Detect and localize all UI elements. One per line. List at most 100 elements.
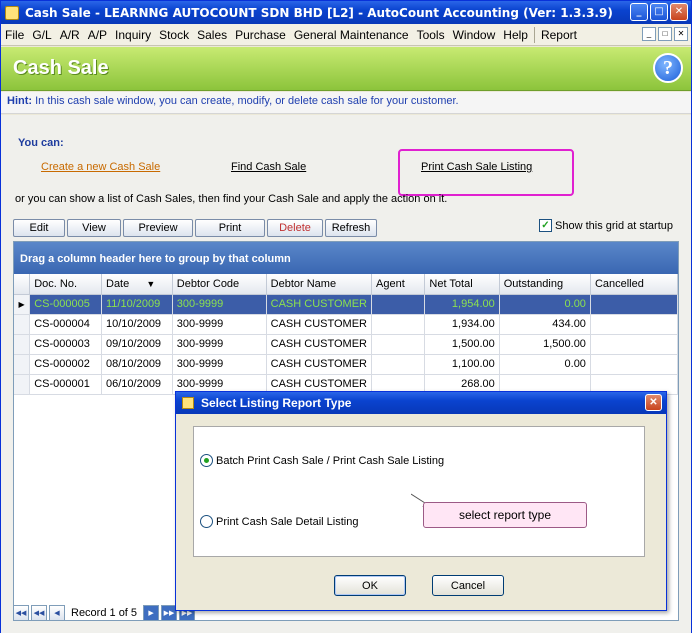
maximize-button[interactable]: □ (650, 3, 668, 21)
show-grid-checkbox[interactable]: ✓ (539, 219, 552, 232)
cash-sale-table: Doc. No. Date ▼ Debtor Code Debtor Name … (14, 274, 678, 395)
row-indicator (14, 374, 31, 395)
cell-debtor-code: 300-9999 (172, 334, 267, 355)
cancel-button[interactable]: Cancel (432, 575, 504, 596)
view-button[interactable]: View (67, 219, 121, 237)
column-header-date[interactable]: Date ▼ (101, 274, 173, 295)
menu-tools[interactable]: Tools (413, 28, 449, 42)
show-grid-label: Show this grid at startup (555, 219, 674, 232)
grid-navigator: ◀◀ ◀◀ ◀ Record 1 of 5 ▶ ▶▶ ▶▶ (13, 603, 196, 623)
column-header-net-total[interactable]: Net Total (424, 274, 500, 295)
group-by-panel[interactable]: Drag a column header here to group by th… (14, 242, 678, 274)
mdi-maximize-button[interactable]: □ (658, 27, 672, 41)
next-record-icon[interactable]: ▶ (143, 605, 160, 621)
option-batch-print[interactable]: Batch Print Cash Sale / Print Cash Sale … (200, 454, 444, 467)
radio-batch-print[interactable] (200, 454, 213, 467)
create-cash-sale-link[interactable]: Create a new Cash Sale (41, 161, 160, 173)
menu-purchase[interactable]: Purchase (231, 28, 290, 42)
cell-date: 10/10/2009 (101, 314, 173, 335)
cell-doc-no: CS-000002 (29, 354, 102, 375)
radio-detail-listing[interactable] (200, 515, 213, 528)
column-header-debtor-code[interactable]: Debtor Code (172, 274, 267, 295)
cell-debtor-code: 300-9999 (172, 354, 267, 375)
option-detail-listing-label: Print Cash Sale Detail Listing (216, 515, 359, 528)
column-header-debtor-name[interactable]: Debtor Name (266, 274, 373, 295)
mdi-close-button[interactable]: ✕ (674, 27, 688, 41)
dialog-close-button[interactable]: ✕ (645, 394, 662, 411)
row-indicator (14, 314, 31, 335)
cell-date: 09/10/2009 (101, 334, 173, 355)
cell-doc-no: CS-000005 (29, 294, 102, 315)
print-button[interactable]: Print (195, 219, 265, 237)
menu-gl[interactable]: G/L (28, 28, 55, 42)
cell-date: 11/10/2009 (101, 294, 173, 315)
cell-date: 08/10/2009 (101, 354, 173, 375)
prev-page-icon[interactable]: ◀◀ (31, 605, 47, 621)
cell-debtor-name: CASH CUSTOMER (266, 314, 373, 335)
cell-net-total: 1,100.00 (424, 354, 500, 375)
select-listing-report-dialog: Select Listing Report Type ✕ Batch Print… (175, 391, 667, 611)
menu-file[interactable]: File (1, 28, 28, 42)
row-indicator (14, 354, 31, 375)
cell-cancelled (590, 314, 678, 335)
table-header-row: Doc. No. Date ▼ Debtor Code Debtor Name … (14, 274, 678, 295)
cell-doc-no: CS-000001 (29, 374, 102, 395)
date-header-label: Date (106, 277, 130, 290)
cell-doc-no: CS-000004 (29, 314, 102, 335)
table-row[interactable]: CS-000003 09/10/2009 300-9999 CASH CUSTO… (14, 334, 678, 355)
radio-selected-dot (204, 458, 209, 463)
dialog-title: Select Listing Report Type (201, 396, 352, 410)
cell-net-total: 1,934.00 (424, 314, 500, 335)
window-title: Cash Sale - LEARNNG AUTOCOUNT SDN BHD [L… (25, 5, 613, 20)
menu-report[interactable]: Report (537, 28, 581, 42)
cell-outstanding: 1,500.00 (499, 334, 591, 355)
find-cash-sale-link[interactable]: Find Cash Sale (231, 161, 306, 173)
menu-help[interactable]: Help (499, 28, 532, 42)
menu-stock[interactable]: Stock (155, 28, 193, 42)
first-record-icon[interactable]: ◀◀ (13, 605, 29, 621)
cell-net-total: 1,954.00 (424, 294, 500, 315)
menu-ap[interactable]: A/P (84, 28, 111, 42)
dialog-icon (182, 397, 194, 409)
cash-sale-window: Cash Sale - LEARNNG AUTOCOUNT SDN BHD [L… (0, 0, 692, 633)
column-header-agent[interactable]: Agent (371, 274, 426, 295)
cell-date: 06/10/2009 (101, 374, 173, 395)
option-detail-listing[interactable]: Print Cash Sale Detail Listing (200, 515, 358, 528)
preview-button[interactable]: Preview (123, 219, 193, 237)
highlight-annotation (398, 149, 574, 196)
cell-net-total: 1,500.00 (424, 334, 500, 355)
cell-outstanding: 0.00 (499, 294, 591, 315)
menu-ar[interactable]: A/R (56, 28, 84, 42)
menu-sales[interactable]: Sales (193, 28, 231, 42)
menu-bar: File G/L A/R A/P Inquiry Stock Sales Pur… (1, 24, 691, 46)
select-report-type-callout: select report type (423, 502, 587, 528)
table-row[interactable]: ▶ CS-000005 11/10/2009 300-9999 CASH CUS… (14, 294, 678, 315)
instruction-text: or you can show a list of Cash Sales, th… (15, 193, 448, 205)
refresh-button[interactable]: Refresh (325, 219, 377, 237)
table-row[interactable]: CS-000004 10/10/2009 300-9999 CASH CUSTO… (14, 314, 678, 335)
edit-button[interactable]: Edit (13, 219, 65, 237)
ok-button[interactable]: OK (334, 575, 406, 596)
menu-window[interactable]: Window (449, 28, 500, 42)
minimize-button[interactable]: _ (630, 3, 648, 21)
help-icon[interactable]: ? (653, 53, 683, 83)
column-header-cancelled[interactable]: Cancelled (590, 274, 678, 295)
app-icon (5, 5, 19, 20)
column-header-doc-no[interactable]: Doc. No. (29, 274, 102, 295)
mdi-minimize-button[interactable]: _ (642, 27, 656, 41)
record-counter: Record 1 of 5 (71, 607, 138, 619)
cell-debtor-code: 300-9999 (172, 314, 267, 335)
current-row-indicator-icon: ▶ (14, 294, 31, 315)
show-grid-option[interactable]: ✓ Show this grid at startup (539, 219, 673, 232)
menu-inquiry[interactable]: Inquiry (111, 28, 155, 42)
title-bar[interactable]: Cash Sale - LEARNNG AUTOCOUNT SDN BHD [L… (1, 1, 691, 24)
page-title: Cash Sale (13, 57, 109, 79)
dialog-title-bar[interactable]: Select Listing Report Type ✕ (176, 392, 666, 414)
delete-button[interactable]: Delete (267, 219, 323, 237)
cell-outstanding: 0.00 (499, 354, 591, 375)
prev-record-icon[interactable]: ◀ (49, 605, 65, 621)
column-header-outstanding[interactable]: Outstanding (499, 274, 591, 295)
menu-general-maintenance[interactable]: General Maintenance (290, 28, 413, 42)
table-row[interactable]: CS-000002 08/10/2009 300-9999 CASH CUSTO… (14, 354, 678, 375)
close-button[interactable]: ✕ (670, 3, 688, 21)
